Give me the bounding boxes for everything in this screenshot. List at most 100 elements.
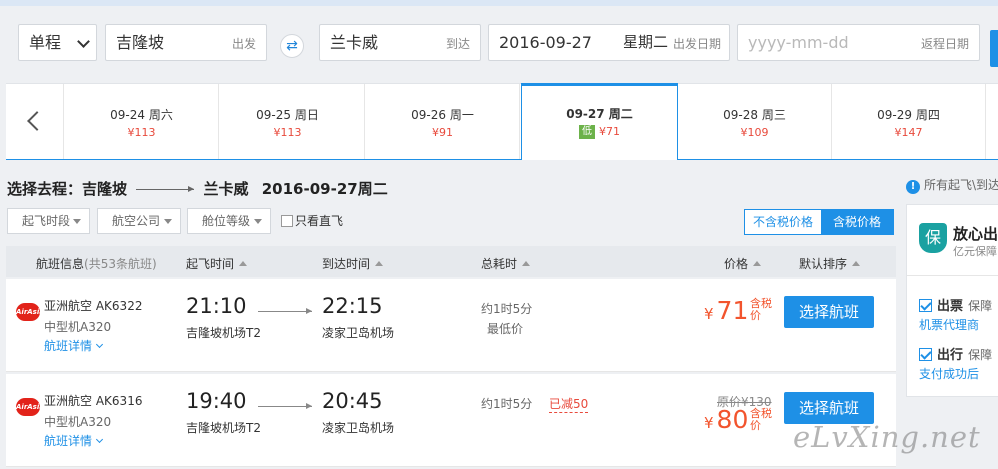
date-label: 09-24 周六 [110, 108, 173, 122]
departure-time: 19:40 [186, 389, 247, 413]
caret-down-icon [254, 219, 262, 224]
date-price: ¥71 [599, 125, 620, 138]
chevron-down-icon [95, 340, 104, 349]
departure-city-value: 吉隆坡 [116, 33, 165, 52]
arrival-airport: 凌家卫岛机场 [322, 421, 395, 435]
date-tab[interactable]: 09-29 周四 ¥147 [832, 84, 986, 159]
departure-weekday: 星期二 [623, 33, 669, 51]
filter-label: 航空公司 [112, 214, 161, 228]
info-icon: ! [906, 180, 920, 194]
lowest-price-tag: 最低价 [487, 322, 524, 336]
flight-arrow-icon [258, 308, 312, 314]
header-flight-info-label: 航班信息 [36, 257, 85, 271]
check-icon [919, 348, 932, 361]
caret-down-icon [73, 219, 81, 224]
date-price: ¥91 [432, 126, 453, 139]
flight-code: AK6322 [95, 299, 143, 313]
date-label: 09-27 周二 [566, 107, 633, 121]
flight-row: AirAsia 亚洲航空 AK6322 中型机A320 航班详情 21:10 2… [6, 279, 896, 372]
flight-arrow-icon [258, 403, 312, 409]
prev-dates-button[interactable] [6, 84, 64, 159]
flight-row: AirAsia 亚洲航空 AK6316 中型机A320 航班详情 19:40 2… [6, 374, 896, 467]
date-label: 09-29 周四 [877, 108, 940, 122]
sort-departure-time[interactable]: 起飞时间 [186, 255, 248, 272]
caret-down-icon [164, 219, 172, 224]
return-date-placeholder: yyyy-mm-dd [748, 33, 849, 52]
flight-details-link[interactable]: 航班详情 [44, 432, 104, 449]
date-price: ¥113 [273, 126, 302, 139]
direct-only-checkbox[interactable]: 只看直飞 [281, 213, 343, 229]
flight-count: (共53条航班) [84, 257, 157, 271]
tax-included-note: 含税价 [750, 407, 772, 432]
including-tax-option[interactable]: 含税价格 [821, 210, 893, 234]
airasia-logo: AirAsia [16, 303, 44, 321]
search-button[interactable] [990, 30, 998, 67]
assurance-panel: 保 放心出 亿元保障 出票 保障 机票代理商 出行 保障 支付成功后 [906, 204, 998, 397]
departure-airport: 吉隆坡机场T2 [186, 326, 261, 340]
header-arr-label: 到达时间 [322, 257, 371, 271]
assurance-link[interactable]: 机票代理商 [919, 316, 979, 333]
flight-duration: 约1时5分 [481, 302, 533, 316]
checkbox-icon[interactable] [281, 215, 293, 227]
date-price: ¥147 [894, 126, 923, 139]
airline-label: 亚洲航空 [44, 394, 93, 408]
departure-hint: 出发 [231, 37, 256, 51]
details-label: 航班详情 [44, 339, 93, 353]
sort-duration[interactable]: 总耗时 [481, 255, 531, 272]
airline-name: 亚洲航空 AK6322 [44, 297, 142, 314]
currency-symbol: ¥ [704, 305, 714, 323]
filter-cabin-class[interactable]: 舱位等级 [187, 208, 271, 234]
sort-price[interactable]: 价格 [724, 255, 762, 272]
assurance-link[interactable]: 支付成功后 [919, 365, 979, 382]
filter-airline[interactable]: 航空公司 [97, 208, 181, 234]
route-prefix: 选择去程： [7, 180, 83, 198]
excluding-tax-option[interactable]: 不含税价格 [745, 210, 821, 234]
direct-only-label: 只看直飞 [295, 214, 344, 228]
trip-type-select[interactable]: 单程 [18, 24, 97, 61]
sort-arrival-time[interactable]: 到达时间 [322, 255, 384, 272]
sort-up-icon [239, 261, 248, 266]
arrival-city-value: 兰卡威 [330, 33, 379, 52]
sort-up-icon [375, 261, 384, 266]
flight-code: AK6316 [95, 394, 143, 408]
lowest-price-badge: 低 [579, 125, 595, 139]
tax-included-note: 含税价 [750, 297, 772, 322]
sort-default[interactable]: 默认排序 [799, 255, 861, 272]
return-date-hint: 返程日期 [920, 37, 969, 51]
date-label: 09-26 周一 [411, 108, 474, 122]
sort-up-icon [753, 261, 762, 266]
price-amount: 71 [716, 296, 749, 325]
notice-text: ! 所有起飞\到达 [906, 176, 998, 194]
filter-label: 起飞时段 [22, 214, 71, 228]
flight-duration: 约1时5分 [481, 397, 533, 411]
departure-city-input[interactable]: 吉隆坡 出发 [105, 24, 267, 61]
swap-cities-icon[interactable]: ⇄ [280, 34, 304, 58]
date-price-strip: 09-24 周六 ¥113 09-25 周日 ¥113 09-26 周一 ¥91… [6, 83, 998, 160]
date-tab[interactable]: 09-26 周一 ¥91 [366, 84, 520, 159]
departure-date-value: 2016-09-27 [499, 33, 592, 52]
flight-details-link[interactable]: 航班详情 [44, 337, 104, 354]
header-price-label: 价格 [724, 257, 749, 271]
date-label: 09-28 周三 [723, 108, 786, 122]
trip-type-label: 单程 [29, 33, 62, 52]
assurance-subtitle: 亿元保障 [953, 245, 997, 258]
filter-departure-time[interactable]: 起飞时段 [7, 208, 90, 234]
departure-date-input[interactable]: 2016-09-27 星期二 出发日期 [488, 24, 730, 61]
airline-name: 亚洲航空 AK6316 [44, 392, 142, 409]
date-tab[interactable]: 09-24 周六 ¥113 [65, 84, 219, 159]
arrival-airport: 凌家卫岛机场 [322, 326, 395, 340]
departure-time: 21:10 [186, 294, 247, 318]
route-title: 选择去程：吉隆坡 兰卡威 2016-09-27周二 [7, 178, 388, 199]
date-tab[interactable]: 09-28 周三 ¥109 [678, 84, 832, 159]
select-flight-button[interactable]: 选择航班 [784, 296, 874, 328]
date-tab[interactable]: 09-25 周日 ¥113 [211, 84, 365, 159]
results-header: 航班信息(共53条航班) 起飞时间 到达时间 总耗时 价格 默认排序 [6, 246, 896, 277]
details-label: 航班详情 [44, 434, 93, 448]
chevron-left-icon [27, 111, 47, 131]
return-date-input[interactable]: yyyy-mm-dd 返程日期 [737, 24, 980, 61]
arrival-city-input[interactable]: 兰卡威 到达 [319, 24, 481, 61]
date-tab-selected[interactable]: 09-27 周二 低 ¥71 [521, 83, 678, 160]
date-price: ¥113 [127, 126, 156, 139]
route-from: 吉隆坡 [82, 180, 128, 198]
item-label: 出票 [937, 299, 964, 314]
